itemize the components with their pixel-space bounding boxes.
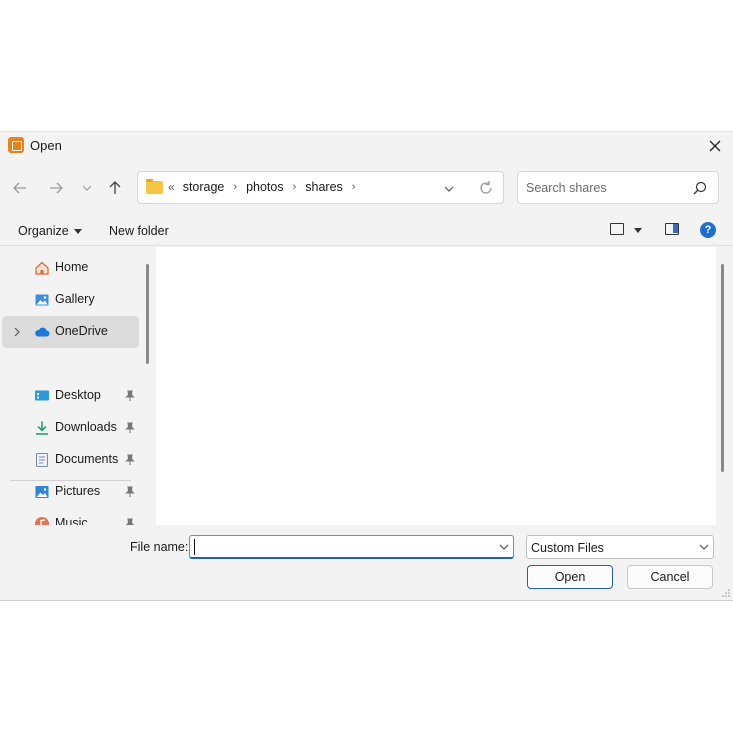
- new-folder-button[interactable]: New folder: [109, 224, 169, 238]
- sidebar-item-music[interactable]: Music: [2, 508, 139, 525]
- back-button[interactable]: [9, 177, 31, 199]
- title-bar: Open: [0, 132, 733, 160]
- sidebar-item-pictures[interactable]: Pictures: [2, 476, 139, 508]
- sidebar-item-label: Desktop: [55, 388, 101, 402]
- forward-button[interactable]: [45, 177, 67, 199]
- address-bar[interactable]: « storage › photos › shares ›: [137, 171, 504, 204]
- pictures-icon: [35, 486, 49, 498]
- address-history-chevron-icon[interactable]: [441, 181, 457, 197]
- sidebar-item-downloads[interactable]: Downloads: [2, 412, 139, 444]
- search-box[interactable]: [517, 171, 719, 204]
- breadcrumb: « storage › photos › shares ›: [168, 180, 364, 194]
- close-button[interactable]: [703, 134, 727, 158]
- gallery-icon: [35, 294, 49, 306]
- sidebar-scrollbar[interactable]: [146, 264, 149, 364]
- chevron-down-icon[interactable]: [499, 542, 509, 552]
- sidebar-item-label: OneDrive: [55, 324, 108, 338]
- download-icon: [36, 421, 48, 435]
- breadcrumb-item[interactable]: photos: [246, 180, 284, 194]
- pin-icon: [125, 390, 135, 401]
- folder-icon: [146, 179, 163, 194]
- pin-icon: [125, 486, 135, 497]
- close-icon: [709, 140, 721, 152]
- breadcrumb-item[interactable]: storage: [183, 180, 225, 194]
- home-icon: [35, 261, 49, 275]
- sidebar-item-label: Downloads: [55, 420, 117, 434]
- file-type-select[interactable]: Custom Files: [526, 535, 714, 559]
- pin-icon: [125, 518, 135, 525]
- view-mode-caret-icon[interactable]: [634, 228, 642, 233]
- sidebar-item-label: Pictures: [55, 484, 101, 498]
- file-list[interactable]: [156, 247, 716, 525]
- music-icon: [35, 517, 49, 525]
- recent-locations-button[interactable]: [76, 177, 98, 199]
- pin-icon: [125, 454, 135, 465]
- sidebar-item-label: Home: [55, 260, 89, 274]
- chevron-down-icon: [82, 185, 92, 191]
- documents-icon: [36, 453, 48, 467]
- sidebar-item-label: Music: [55, 516, 88, 525]
- sidebar-item-gallery[interactable]: Gallery: [2, 284, 139, 316]
- breadcrumb-separator[interactable]: ›: [352, 181, 356, 193]
- preview-pane-icon[interactable]: [665, 223, 679, 235]
- breadcrumb-item[interactable]: shares: [305, 180, 343, 194]
- breadcrumb-separator[interactable]: ›: [233, 181, 237, 193]
- breadcrumb-overflow[interactable]: «: [168, 180, 175, 194]
- refresh-icon[interactable]: [478, 180, 494, 196]
- up-button[interactable]: [104, 177, 126, 199]
- search-icon[interactable]: [693, 181, 707, 195]
- file-type-selected: Custom Files: [531, 541, 604, 555]
- organize-label: Organize: [18, 224, 69, 238]
- file-name-label: File name:: [130, 540, 189, 554]
- desktop-icon: [35, 390, 49, 401]
- chevron-right-icon[interactable]: [12, 326, 22, 338]
- pin-icon: [125, 422, 135, 433]
- resize-grip-icon[interactable]: [722, 589, 730, 597]
- open-file-dialog: Open « storage › photos › shares › Searc…: [0, 131, 733, 601]
- chevron-down-icon: [699, 544, 709, 550]
- view-mode-icon[interactable]: [610, 223, 624, 235]
- sidebar-item-home[interactable]: Home: [2, 252, 139, 284]
- sidebar-item-onedrive[interactable]: OneDrive: [2, 316, 139, 348]
- arrow-left-icon: [13, 182, 26, 194]
- breadcrumb-separator[interactable]: ›: [293, 181, 297, 193]
- dialog-title: Open: [30, 138, 62, 153]
- file-name-combobox[interactable]: [189, 535, 514, 559]
- arrow-right-icon: [50, 182, 63, 194]
- sidebar-item-desktop[interactable]: Desktop: [2, 380, 139, 412]
- arrow-up-icon: [109, 181, 121, 194]
- cancel-button[interactable]: Cancel: [627, 565, 713, 589]
- document-app-icon: [8, 137, 24, 153]
- file-name-input[interactable]: [194, 539, 484, 555]
- cloud-icon: [35, 327, 50, 337]
- open-button[interactable]: Open: [527, 565, 613, 589]
- sidebar-item-label: Documents: [55, 452, 119, 466]
- file-list-scrollbar[interactable]: [721, 264, 724, 472]
- help-icon[interactable]: ?: [700, 222, 716, 238]
- caret-down-icon: [73, 229, 82, 235]
- navigation-pane[interactable]: Home Gallery OneDrive Desktop Downloads …: [0, 247, 140, 525]
- organize-menu-button[interactable]: Organize: [18, 224, 82, 238]
- sidebar-item-documents[interactable]: Documents: [2, 444, 139, 476]
- search-input[interactable]: [526, 179, 686, 197]
- sidebar-item-label: Gallery: [55, 292, 95, 306]
